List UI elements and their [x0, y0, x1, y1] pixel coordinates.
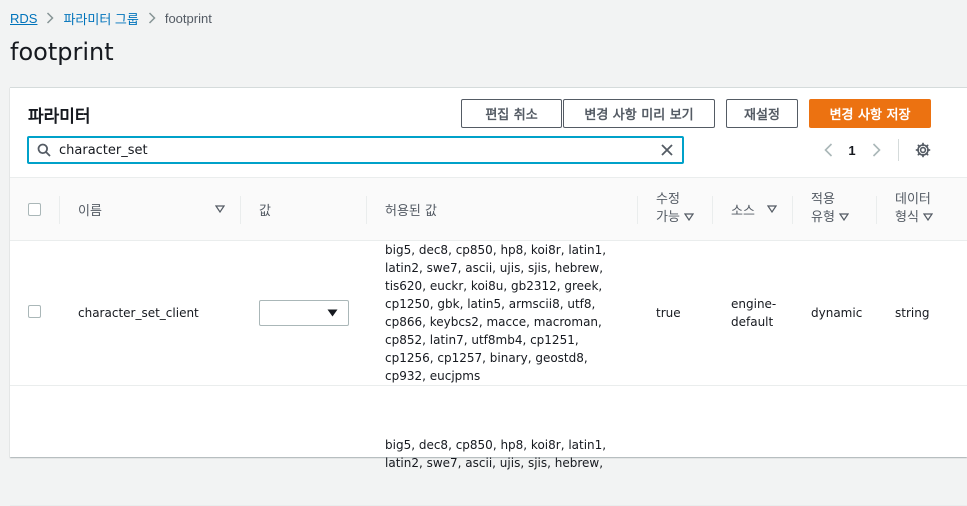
- chevron-right-icon: [37, 12, 63, 24]
- data-type-header[interactable]: 데이터 형식: [877, 177, 967, 241]
- pager-divider: [898, 139, 899, 161]
- breadcrumb-current: footprint: [164, 10, 212, 26]
- apply-type-header[interactable]: 적용 유형: [793, 177, 877, 241]
- chevron-right-icon[interactable]: [864, 143, 888, 157]
- apply-type-header-line2: 유형: [811, 210, 835, 225]
- modifiable-header-label: 수정 가능: [656, 191, 695, 227]
- source-cell: engine- default: [713, 240, 793, 386]
- name-header[interactable]: 이름: [60, 177, 241, 241]
- modifiable-header-line2: 가능: [656, 210, 680, 225]
- allowed-values-cell: big5, dec8, cp850, hp8, koi8r, latin1, l…: [367, 385, 638, 506]
- parameter-name: character_set_client: [60, 240, 241, 386]
- current-page-number[interactable]: 1: [840, 143, 864, 158]
- sort-caret-down-icon[interactable]: [767, 205, 777, 213]
- save-changes-button[interactable]: 변경 사항 저장: [809, 99, 931, 128]
- search-icon: [29, 143, 59, 157]
- data-type-cell: string: [877, 240, 967, 386]
- panel-title: 파라미터: [28, 107, 91, 127]
- row-select-cell: [10, 240, 60, 386]
- data-type-header-line1: 데이터: [895, 192, 931, 207]
- allowed-values-header: 허용된 값: [367, 177, 638, 241]
- select-all-checkbox[interactable]: [28, 202, 41, 216]
- apply-type-header-label: 적용 유형: [811, 191, 850, 227]
- value-header-label: 값: [259, 203, 271, 219]
- value-cell: [241, 240, 367, 386]
- gear-icon[interactable]: [913, 142, 933, 158]
- name-header-label: 이름: [78, 203, 102, 219]
- sort-caret-down-icon[interactable]: [215, 205, 225, 213]
- preview-changes-button[interactable]: 변경 사항 미리 보기: [563, 99, 715, 128]
- source-header-label: 소스: [731, 203, 755, 219]
- modifiable-header-line1: 수정: [656, 192, 680, 207]
- allowed-values-text: big5, dec8, cp850, hp8, koi8r, latin1, l…: [385, 243, 607, 383]
- sort-caret-down-icon[interactable]: [684, 213, 695, 221]
- data-type-header-line2: 형식: [895, 210, 919, 225]
- parameters-panel: 파라미터 편집 취소 변경 사항 미리 보기 재설정 변경 사항 저장 1: [10, 87, 967, 506]
- table-row: big5, dec8, cp850, hp8, koi8r, latin1, l…: [10, 385, 967, 506]
- pagination: 1: [816, 138, 933, 162]
- sort-caret-down-icon[interactable]: [839, 213, 850, 221]
- value-header: 값: [241, 177, 367, 241]
- cancel-edit-button[interactable]: 편집 취소: [461, 99, 562, 128]
- allowed-values-header-label: 허용된 값: [385, 203, 437, 219]
- value-select[interactable]: [259, 300, 349, 326]
- table-row: character_set_client big5, dec8, cp850, …: [10, 240, 967, 386]
- breadcrumb-parameter-groups-link[interactable]: 파라미터 그룹: [63, 9, 138, 28]
- source-line1: engine-: [731, 297, 777, 311]
- source-line2: default: [731, 315, 774, 329]
- panel-header: 파라미터 편집 취소 변경 사항 미리 보기 재설정 변경 사항 저장 1: [10, 88, 967, 177]
- clear-icon[interactable]: [652, 143, 682, 157]
- row-checkbox[interactable]: [28, 305, 41, 318]
- apply-type-header-line1: 적용: [811, 192, 835, 207]
- sort-caret-down-icon[interactable]: [923, 213, 934, 221]
- breadcrumb-rds-link[interactable]: RDS: [10, 11, 37, 26]
- caret-down-icon: [327, 306, 338, 320]
- allowed-values-cell: big5, dec8, cp850, hp8, koi8r, latin1, l…: [367, 240, 638, 386]
- chevron-left-icon[interactable]: [816, 143, 840, 157]
- table-header-row: 이름 값 허용된 값 수정 가능 소스 적용 유형 데이터 형식: [10, 177, 967, 241]
- data-type-header-label: 데이터 형식: [895, 191, 934, 227]
- breadcrumb: RDS 파라미터 그룹 footprint: [10, 9, 212, 27]
- allowed-values-text: big5, dec8, cp850, hp8, koi8r, latin1, l…: [385, 438, 607, 470]
- chevron-right-icon: [139, 12, 165, 24]
- source-header[interactable]: 소스: [713, 177, 793, 241]
- page-title: footprint: [10, 38, 114, 66]
- search-box: [27, 136, 684, 164]
- modifiable-header[interactable]: 수정 가능: [638, 177, 713, 241]
- apply-type-cell: dynamic: [793, 240, 877, 386]
- reset-button[interactable]: 재설정: [726, 99, 798, 128]
- select-all-header: [10, 177, 60, 241]
- search-input[interactable]: [59, 139, 652, 161]
- modifiable-cell: true: [638, 240, 713, 386]
